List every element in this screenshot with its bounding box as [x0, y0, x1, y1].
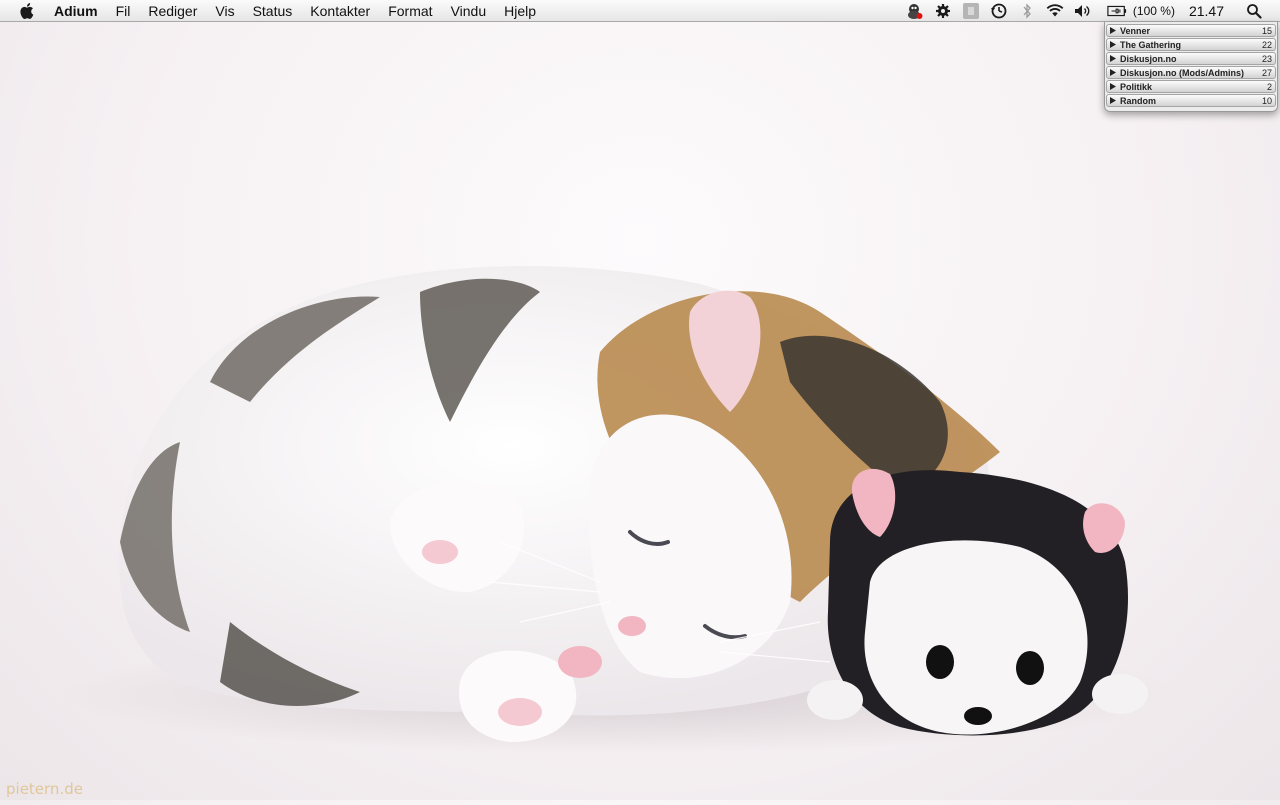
group-name: The Gathering — [1120, 39, 1182, 50]
group-count: 2 — [1266, 81, 1272, 92]
group-count: 22 — [1261, 39, 1272, 50]
time-machine-icon[interactable] — [989, 1, 1009, 21]
menu-clock[interactable]: 21.47 — [1189, 3, 1224, 19]
desktop-wallpaper: pietern.de — [0, 22, 1280, 800]
adium-duck-icon[interactable] — [905, 1, 925, 21]
spotlight-icon[interactable] — [1244, 1, 1264, 21]
wifi-icon[interactable] — [1045, 1, 1065, 21]
group-name: Random — [1120, 95, 1156, 106]
contact-group-random[interactable]: Random 10 — [1106, 94, 1276, 107]
gear-icon[interactable] — [933, 1, 953, 21]
plush-toy — [807, 468, 1148, 736]
group-name: Venner — [1120, 25, 1151, 36]
contact-group-diskusjon-mods[interactable]: Diskusjon.no (Mods/Admins) 27 — [1106, 66, 1276, 79]
group-count: 27 — [1261, 67, 1272, 78]
contact-group-diskusjon[interactable]: Diskusjon.no 23 — [1106, 52, 1276, 65]
menu-kontakter[interactable]: Kontakter — [301, 0, 379, 22]
disclosure-triangle-icon[interactable] — [1109, 27, 1117, 35]
kitten-with-plush-toy-image — [60, 265, 1180, 754]
disclosure-triangle-icon[interactable] — [1109, 83, 1117, 91]
volume-icon[interactable] — [1073, 1, 1093, 21]
battery-percent[interactable]: (100 %) — [1133, 4, 1175, 18]
group-count: 15 — [1261, 25, 1272, 36]
group-name: Diskusjon.no (Mods/Admins) — [1120, 67, 1245, 78]
adium-contact-list: Venner 15 The Gathering 22 Diskusjon.no … — [1104, 22, 1278, 112]
contact-group-the-gathering[interactable]: The Gathering 22 — [1106, 38, 1276, 51]
apple-menu-icon[interactable] — [19, 2, 37, 20]
disclosure-triangle-icon[interactable] — [1109, 97, 1117, 105]
bluetooth-icon[interactable] — [1017, 1, 1037, 21]
disclosure-triangle-icon[interactable] — [1109, 41, 1117, 49]
contact-group-venner[interactable]: Venner 15 — [1106, 24, 1276, 37]
group-name: Diskusjon.no — [1120, 53, 1177, 64]
menu-bar: Adium Fil Rediger Vis Status Kontakter F… — [0, 0, 1280, 22]
menu-hjelp[interactable]: Hjelp — [495, 0, 545, 22]
group-count: 10 — [1261, 95, 1272, 106]
box-icon[interactable] — [961, 1, 981, 21]
menu-vindu[interactable]: Vindu — [442, 0, 496, 22]
menu-vis[interactable]: Vis — [206, 0, 243, 22]
group-count: 23 — [1261, 53, 1272, 64]
menu-format[interactable]: Format — [379, 0, 441, 22]
disclosure-triangle-icon[interactable] — [1109, 55, 1117, 63]
wallpaper-watermark: pietern.de — [6, 780, 83, 798]
menu-rediger[interactable]: Rediger — [139, 0, 206, 22]
disclosure-triangle-icon[interactable] — [1109, 69, 1117, 77]
menu-fil[interactable]: Fil — [107, 0, 140, 22]
battery-icon[interactable] — [1107, 1, 1127, 21]
contact-group-politikk[interactable]: Politikk 2 — [1106, 80, 1276, 93]
group-name: Politikk — [1120, 81, 1153, 92]
menu-status[interactable]: Status — [244, 0, 302, 22]
menu-app-adium[interactable]: Adium — [46, 0, 107, 22]
